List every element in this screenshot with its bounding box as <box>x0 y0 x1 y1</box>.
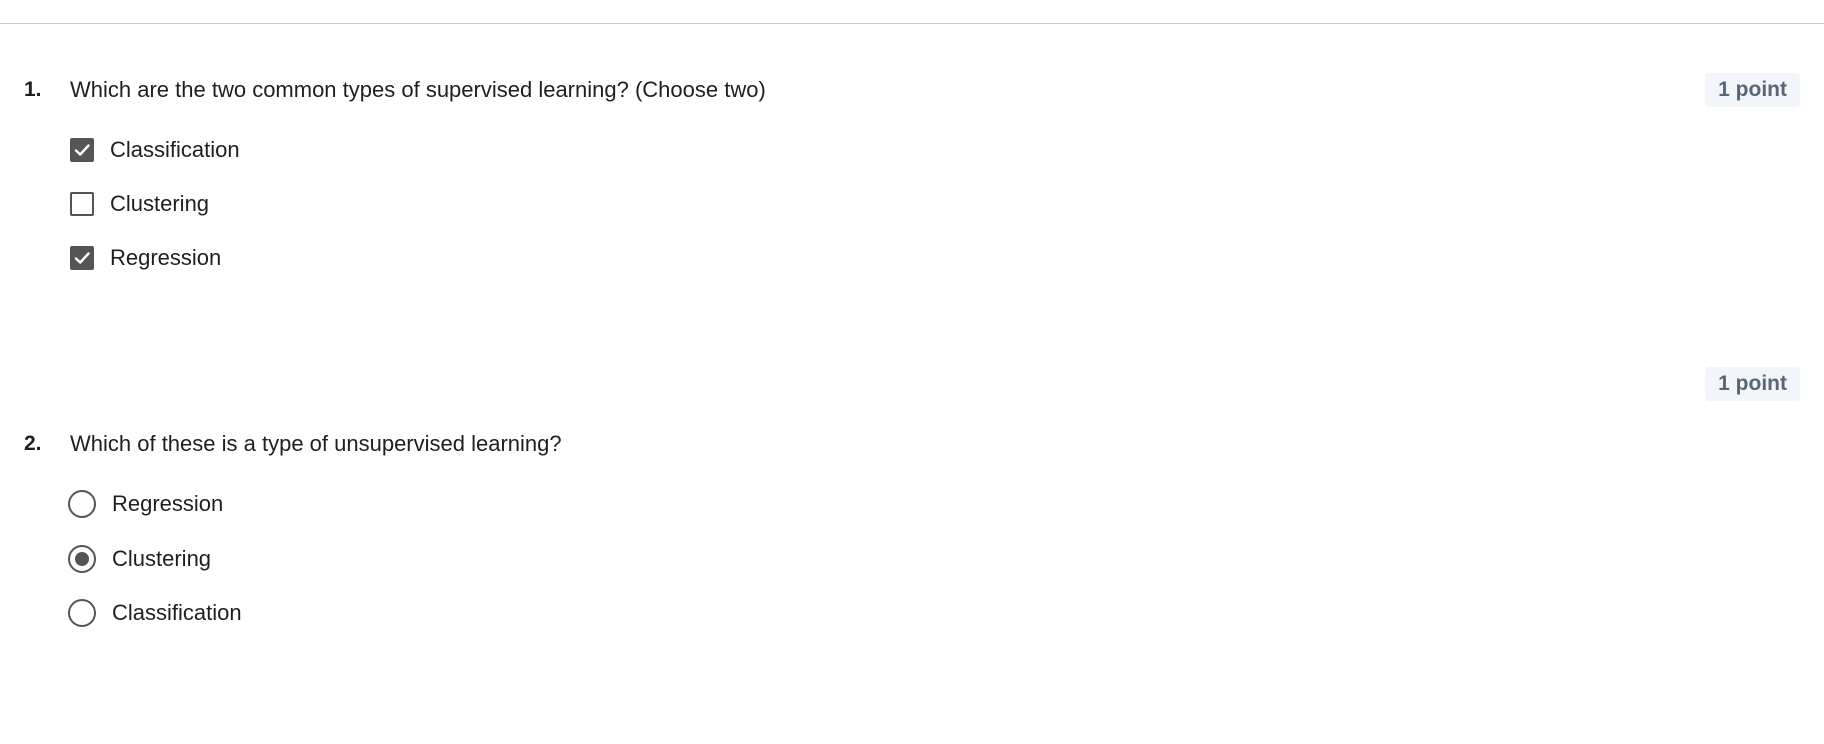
question-text: Which of these is a type of unsupervised… <box>70 431 562 456</box>
question-text: Which are the two common types of superv… <box>70 77 766 102</box>
option-label: Clustering <box>110 191 210 216</box>
points-badge: 1 point <box>1705 73 1800 107</box>
checkbox-checked[interactable] <box>70 246 94 270</box>
radio-selected[interactable] <box>68 545 96 573</box>
option-label: Regression <box>112 491 224 516</box>
option-regression[interactable]: Regression <box>70 243 221 273</box>
checkbox-unchecked[interactable] <box>70 192 94 216</box>
points-badge: 1 point <box>1705 367 1800 401</box>
option-label: Classification <box>112 600 242 625</box>
option-label: Regression <box>110 245 222 270</box>
option-clustering[interactable]: Clustering <box>70 189 209 219</box>
checkmark-icon <box>74 252 90 264</box>
option-label: Clustering <box>112 546 212 571</box>
top-divider <box>0 23 1824 24</box>
radio-unselected[interactable] <box>68 490 96 518</box>
radio-dot-icon <box>75 552 89 566</box>
question-number: 2. <box>24 432 42 455</box>
option-label: Classification <box>110 137 240 162</box>
radio-unselected[interactable] <box>68 599 96 627</box>
checkmark-icon <box>74 144 90 156</box>
question-number: 1. <box>24 78 42 101</box>
option-classification[interactable]: Classification <box>68 598 242 628</box>
option-regression[interactable]: Regression <box>68 489 224 519</box>
option-classification[interactable]: Classification <box>70 135 240 165</box>
checkbox-checked[interactable] <box>70 138 94 162</box>
option-clustering[interactable]: Clustering <box>68 544 212 574</box>
